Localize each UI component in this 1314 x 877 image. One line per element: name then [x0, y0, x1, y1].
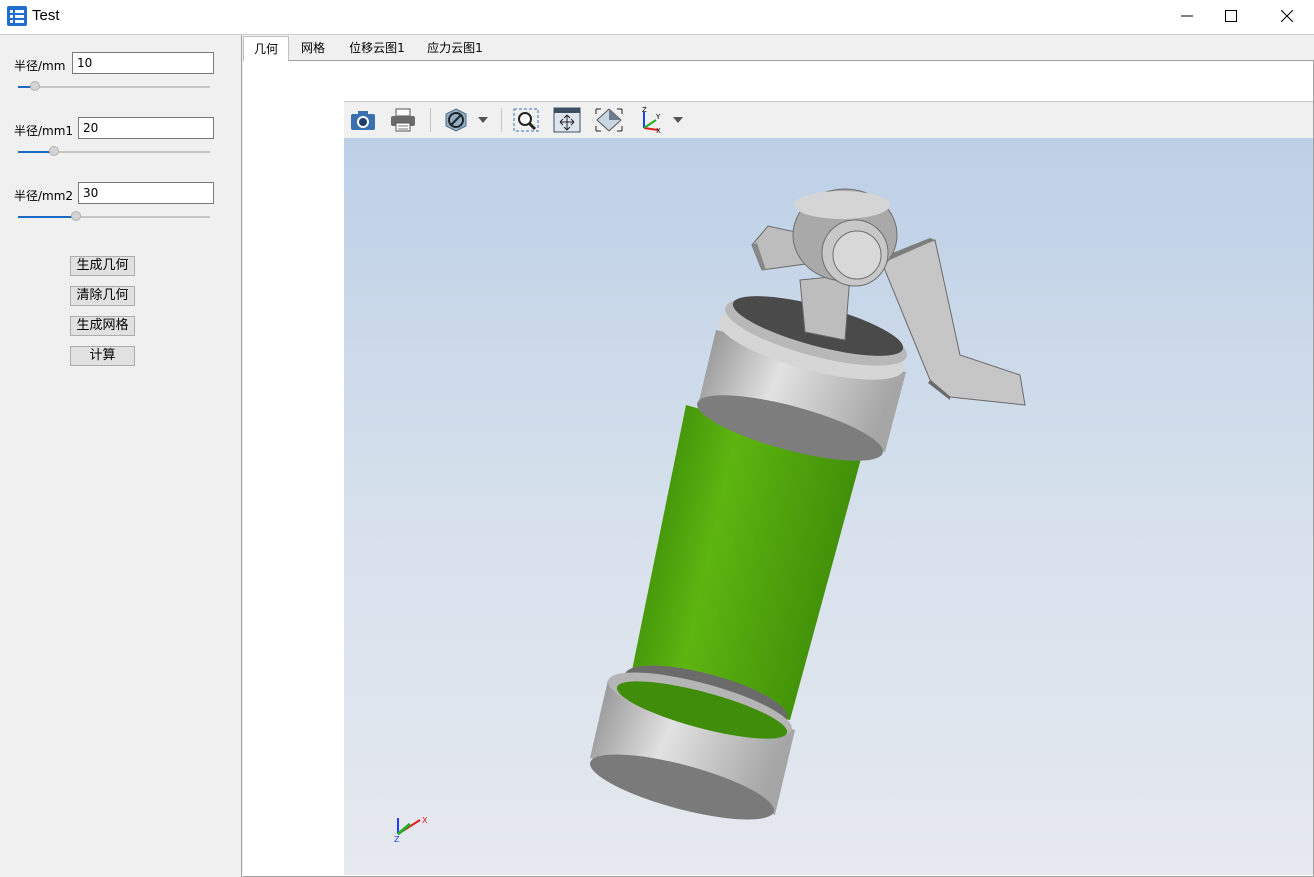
clear-geometry-button[interactable]: 清除几何: [70, 286, 135, 306]
triad-x-label: X: [422, 816, 428, 825]
slider-fill: [18, 216, 76, 218]
close-button[interactable]: [1264, 0, 1310, 32]
chevron-down-icon[interactable]: [478, 117, 488, 123]
axis-triad-icon: X Z: [394, 816, 428, 844]
camera-icon[interactable]: [348, 106, 378, 134]
radius2-input[interactable]: [78, 182, 214, 204]
tab-stress-contour[interactable]: 应力云图1: [421, 36, 489, 60]
radius2-label: 半径/mm2: [14, 189, 74, 203]
tab-geometry[interactable]: 几何: [243, 36, 289, 61]
3d-viewport[interactable]: [344, 138, 1313, 875]
fire-extinguisher-model[interactable]: [344, 138, 1313, 875]
slider-handle[interactable]: [49, 146, 60, 156]
axis-y-label: Y: [655, 113, 661, 121]
chevron-down-icon[interactable]: [673, 117, 683, 123]
generate-geometry-button[interactable]: 生成几何: [70, 256, 135, 276]
print-icon[interactable]: [388, 106, 418, 134]
tab-displacement-contour[interactable]: 位移云图1: [343, 36, 411, 60]
title-bar: Test: [0, 0, 1314, 35]
radius-input[interactable]: [72, 52, 214, 74]
axes-icon[interactable]: Z Y X: [636, 106, 666, 134]
minimize-icon: [1181, 15, 1193, 17]
app-icon: [7, 6, 27, 26]
slider-handle[interactable]: [70, 211, 81, 221]
axis-x-label: X: [656, 127, 661, 134]
slider-track: [18, 86, 210, 88]
zoom-area-icon[interactable]: [511, 106, 541, 134]
radius1-slider[interactable]: [18, 146, 210, 158]
triad-z-label: Z: [394, 835, 400, 844]
window-title: Test: [32, 7, 60, 24]
hide-icon[interactable]: [441, 106, 471, 134]
close-icon: [1281, 10, 1293, 22]
compute-button[interactable]: 计算: [70, 346, 135, 366]
toolbar-separator: [501, 108, 502, 132]
viewer-toolbar: Z Y X: [344, 101, 1313, 139]
fit-all-icon[interactable]: [552, 106, 582, 134]
tab-mesh[interactable]: 网格: [291, 36, 335, 60]
radius-label: 半径/mm: [14, 59, 66, 73]
parameter-panel: [0, 35, 242, 877]
radius1-input[interactable]: [78, 117, 214, 139]
pan-icon[interactable]: [594, 106, 624, 134]
axis-z-label: Z: [642, 106, 647, 114]
maximize-button[interactable]: [1208, 0, 1254, 32]
slider-handle[interactable]: [30, 81, 41, 91]
radius-slider[interactable]: [18, 81, 210, 93]
toolbar-separator: [430, 108, 431, 132]
tab-bar: 几何 网格 位移云图1 应力云图1: [243, 36, 1314, 61]
radius1-label: 半径/mm1: [14, 124, 74, 138]
generate-mesh-button[interactable]: 生成网格: [70, 316, 135, 336]
radius2-slider[interactable]: [18, 211, 210, 223]
minimize-button[interactable]: [1164, 0, 1210, 32]
maximize-icon: [1225, 10, 1237, 22]
